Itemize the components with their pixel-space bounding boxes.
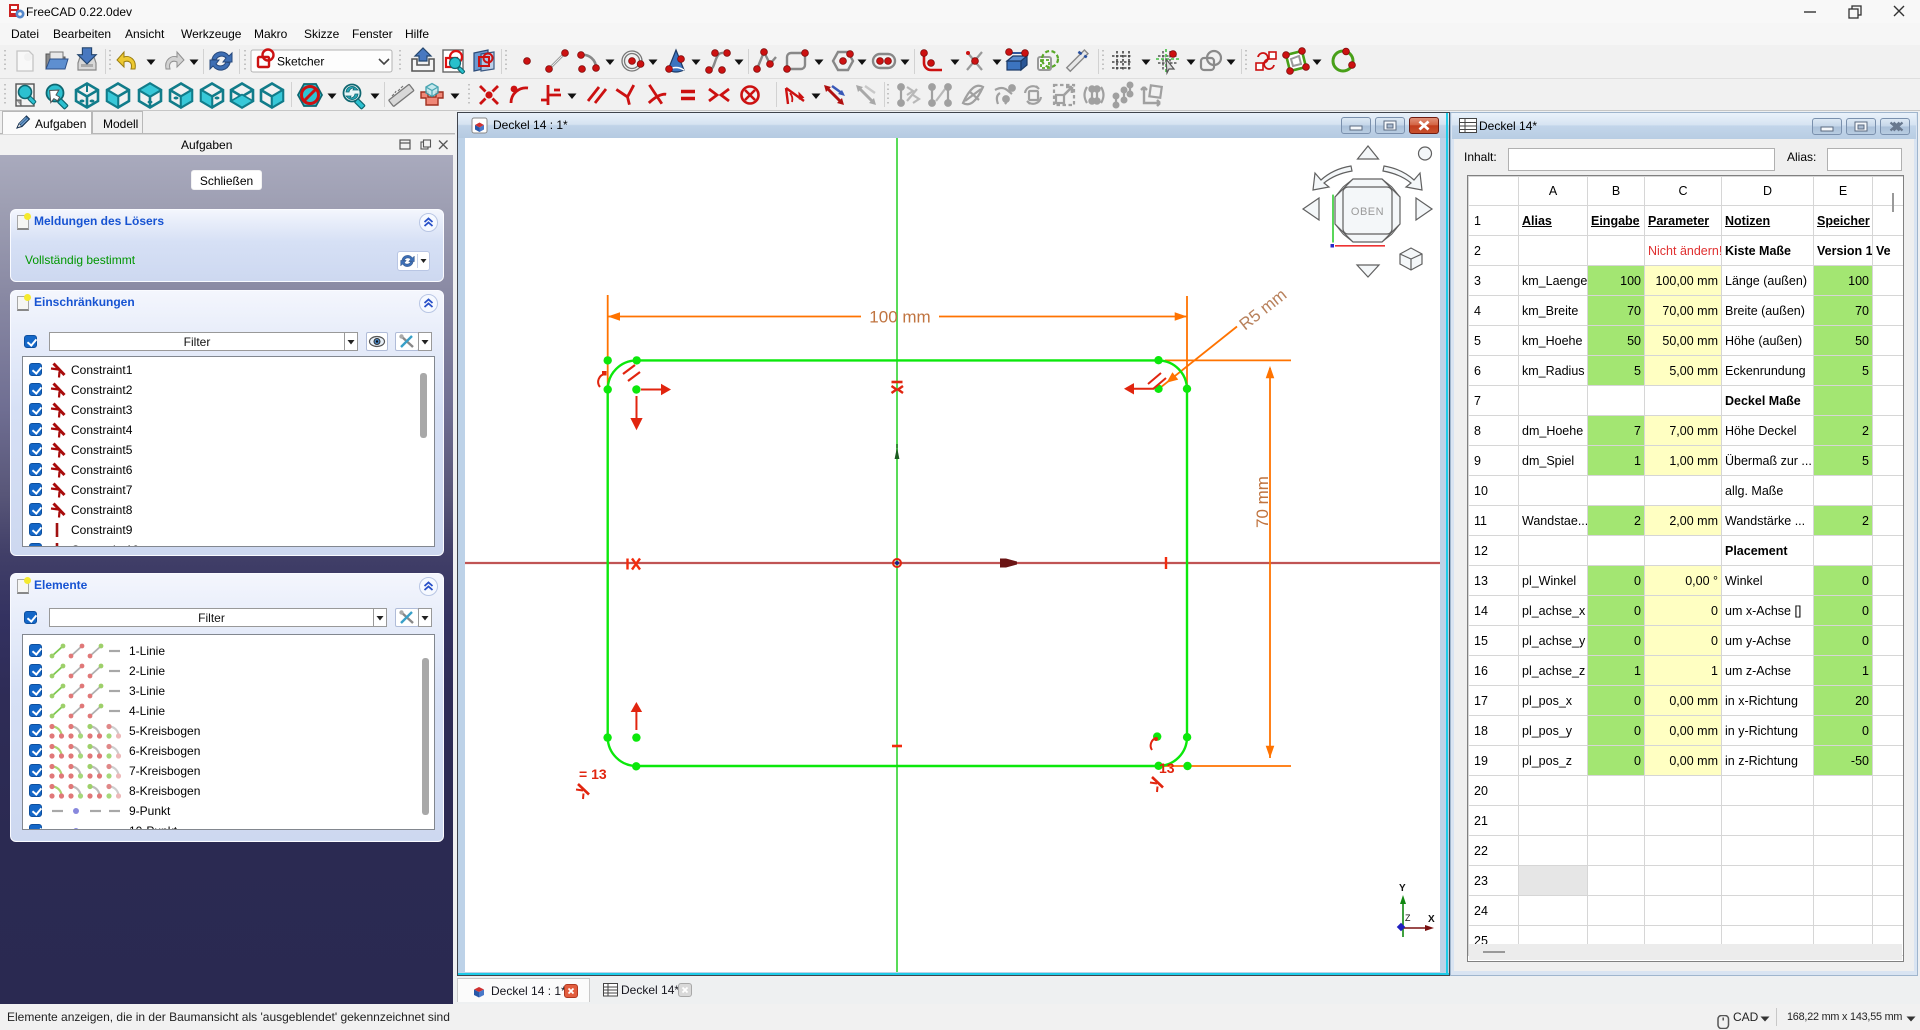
svg-text:OBEN: OBEN — [1351, 206, 1384, 218]
svg-text:Y: Y — [1399, 883, 1406, 894]
svg-text:R5 mm: R5 mm — [1236, 285, 1291, 334]
svg-text:70 mm: 70 mm — [1253, 476, 1272, 528]
svg-text:Z: Z — [1405, 913, 1411, 923]
svg-text:= 13: = 13 — [579, 766, 607, 782]
svg-text:Sketcher: Sketcher — [277, 55, 324, 69]
svg-text:13: 13 — [1159, 760, 1175, 776]
svg-text:X: X — [1428, 914, 1435, 925]
svg-text:100 mm: 100 mm — [869, 308, 930, 327]
